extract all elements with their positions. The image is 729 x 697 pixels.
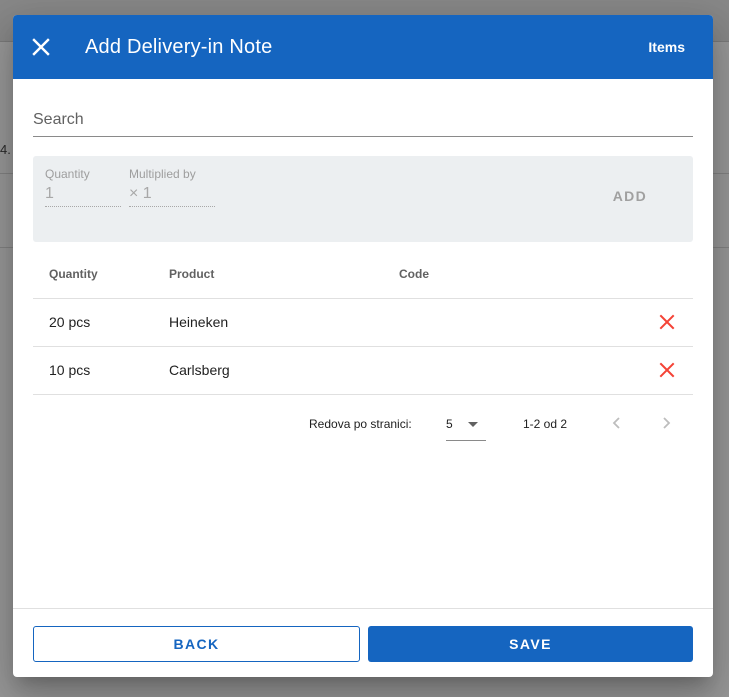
- table-row[interactable]: 20 pcs Heineken: [33, 298, 693, 347]
- column-header-code[interactable]: Code: [399, 250, 599, 299]
- cell-code: [399, 298, 599, 347]
- back-button[interactable]: BACK: [33, 626, 360, 662]
- cell-actions: [599, 346, 693, 395]
- rows-per-page-value: 5: [446, 417, 453, 431]
- delete-icon[interactable]: [657, 360, 677, 380]
- chevron-right-icon: [663, 417, 671, 429]
- rows-per-page-label: Redova po stranici:: [309, 417, 412, 431]
- cell-quantity: 10 pcs: [33, 346, 169, 395]
- column-header-quantity[interactable]: Quantity: [33, 250, 169, 299]
- quantity-label: Quantity: [45, 167, 90, 181]
- search-input[interactable]: [33, 107, 693, 133]
- dialog-toolbar: Add Delivery-in Note Items: [13, 15, 713, 79]
- close-icon: [32, 38, 50, 56]
- rows-per-page-select[interactable]: 5: [446, 409, 486, 441]
- chevron-left-icon: [612, 417, 620, 429]
- page-range-text: 1-2 od 2: [523, 417, 568, 431]
- cell-product: Heineken: [169, 298, 399, 347]
- close-button[interactable]: [17, 23, 65, 71]
- add-delivery-note-dialog: Add Delivery-in Note Items Quantity 1 Mu…: [13, 15, 713, 677]
- quantity-input[interactable]: 1: [45, 185, 121, 207]
- cell-code: [399, 346, 599, 395]
- multiplied-by-label: Multiplied by: [129, 167, 196, 181]
- table-row[interactable]: 10 pcs Carlsberg: [33, 346, 693, 395]
- delete-icon[interactable]: [657, 312, 677, 332]
- dropdown-caret-icon: [468, 422, 478, 427]
- items-table: Quantity Product Code 20 pcs Heineken 10…: [33, 250, 693, 395]
- dialog-footer: BACK SAVE: [13, 608, 713, 677]
- column-header-product[interactable]: Product: [169, 250, 399, 299]
- pagination: Redova po stranici: 5 1-2 od 2: [33, 407, 693, 441]
- previous-page-button[interactable]: [605, 411, 629, 435]
- multiplied-by-field: Multiplied by × 1: [129, 167, 215, 207]
- items-button[interactable]: Items: [648, 39, 685, 55]
- search-field: [33, 107, 693, 137]
- add-item-form: Quantity 1 Multiplied by × 1 ADD: [33, 156, 693, 242]
- quantity-field: Quantity 1: [45, 167, 121, 207]
- multiplied-by-input[interactable]: × 1: [129, 185, 215, 207]
- column-header-actions: [599, 250, 693, 299]
- cell-quantity: 20 pcs: [33, 298, 169, 347]
- table-header-row: Quantity Product Code: [33, 250, 693, 299]
- add-button[interactable]: ADD: [613, 188, 647, 204]
- save-button[interactable]: SAVE: [368, 626, 693, 662]
- next-page-button[interactable]: [654, 411, 678, 435]
- cell-actions: [599, 298, 693, 347]
- cell-product: Carlsberg: [169, 346, 399, 395]
- dialog-title: Add Delivery-in Note: [85, 35, 273, 58]
